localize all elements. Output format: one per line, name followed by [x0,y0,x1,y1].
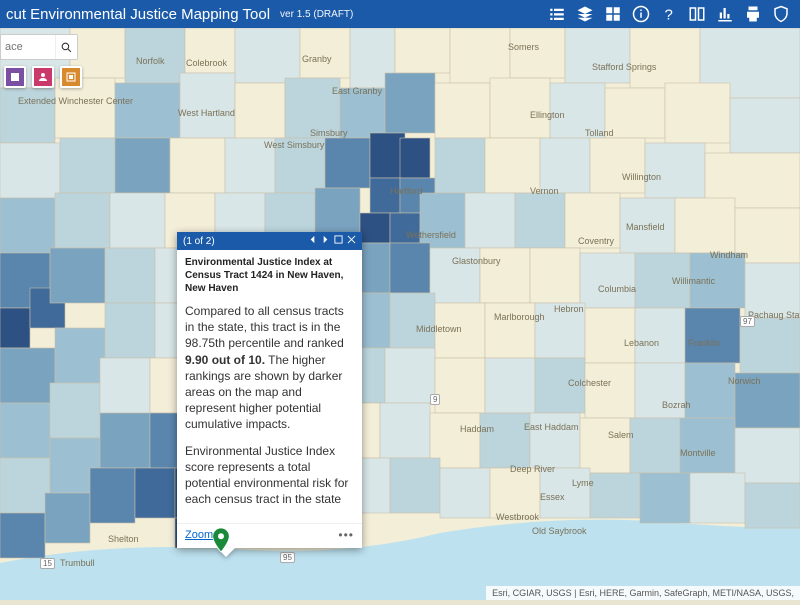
popup-prev-icon[interactable] [308,235,317,247]
popup-body: Compared to all census tracts in the sta… [177,299,362,523]
map-marker[interactable] [212,528,230,557]
popup-footer: Zoom to ••• [177,523,362,548]
search-input[interactable] [1,41,55,53]
search-icon [60,41,73,54]
popup-maximize-icon[interactable] [334,235,343,247]
header-toolbar: ? [548,5,794,23]
tool-btn-1[interactable] [4,66,26,88]
info-icon[interactable] [632,5,650,23]
popup-next-icon[interactable] [321,235,330,247]
tool-btn-3[interactable] [60,66,82,88]
map-canvas[interactable] [0,28,800,600]
popup-more-icon[interactable]: ••• [338,528,354,542]
map-attribution: Esri, CGIAR, USGS | Esri, HERE, Garmin, … [486,586,800,600]
svg-text:?: ? [665,6,673,23]
app-header: cut Environmental Justice Mapping Tool v… [0,0,800,28]
grid-icon[interactable] [604,5,622,23]
chart-icon[interactable] [716,5,734,23]
popup-header: (1 of 2) [177,232,362,250]
tool-btn-2[interactable] [32,66,54,88]
search-container [0,34,78,60]
app-title: cut Environmental Justice Mapping Tool [6,6,270,23]
legend-icon[interactable] [548,5,566,23]
popup-close-icon[interactable] [347,235,356,247]
swipe-icon[interactable] [688,5,706,23]
search-box [0,34,78,60]
help-icon[interactable]: ? [660,5,678,23]
feature-popup: (1 of 2) Environmental Justice Index at … [177,232,362,548]
tool-buttons [4,66,82,88]
app-version: ver 1.5 (DRAFT) [280,9,353,20]
popup-pager: (1 of 2) [183,236,308,247]
layers-icon[interactable] [576,5,594,23]
popup-title: Environmental Justice Index at Census Tr… [177,250,362,299]
shield-icon[interactable] [772,5,790,23]
print-icon[interactable] [744,5,762,23]
search-button[interactable] [55,35,77,59]
